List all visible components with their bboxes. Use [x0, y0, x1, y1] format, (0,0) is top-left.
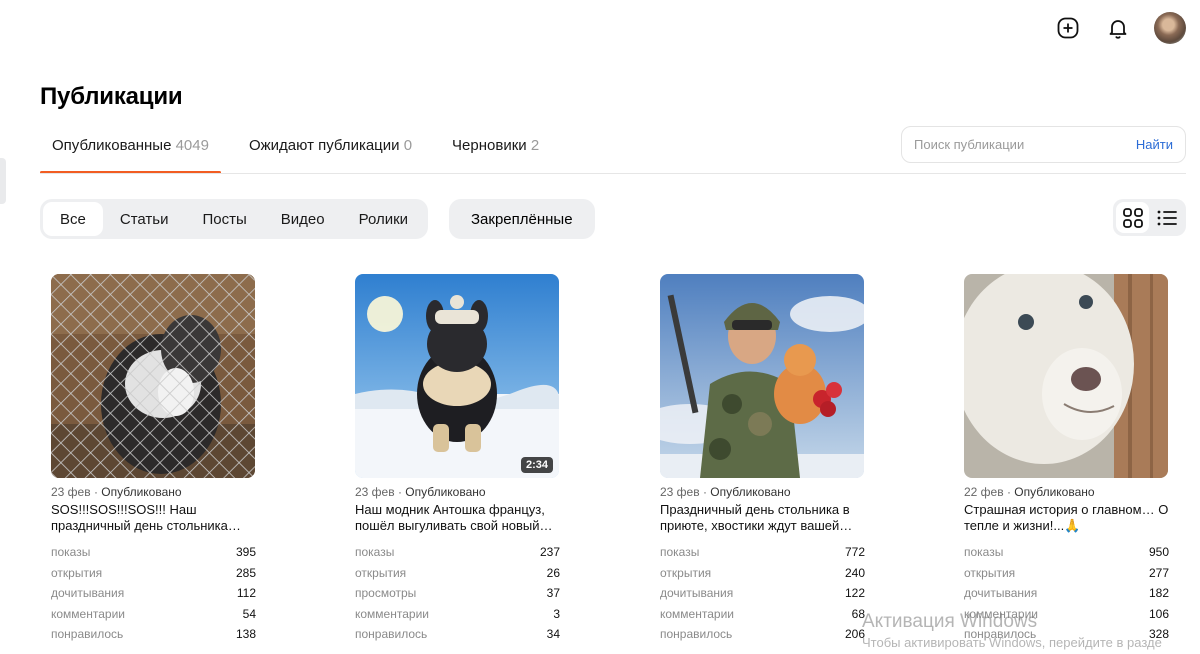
- stat-row: открытия 285: [51, 565, 256, 580]
- publication-meta: 23 фев · Опубликовано: [355, 485, 486, 499]
- publication-stats: показы 772 открытия 240 дочитывания 122 ком…: [660, 542, 865, 645]
- publication-status: Опубликовано: [710, 485, 791, 499]
- filter-posts[interactable]: Посты: [185, 202, 263, 236]
- publication-date: 23 фев: [355, 485, 395, 499]
- view-toggle: [1113, 199, 1186, 236]
- publication-date: 22 фев: [964, 485, 1004, 499]
- publication-status: Опубликовано: [1014, 485, 1095, 499]
- stat-row: дочитывания 182: [964, 586, 1169, 601]
- publication-card[interactable]: 23 фев · Опубликовано Праздничный день с…: [660, 274, 865, 645]
- stat-row: комментарии 106: [964, 606, 1169, 621]
- top-bar: [1054, 12, 1186, 44]
- stat-row: комментарии 54: [51, 606, 256, 621]
- avatar[interactable]: [1154, 12, 1186, 44]
- stat-row: понравилось 328: [964, 627, 1169, 642]
- filter-articles[interactable]: Статьи: [103, 202, 186, 236]
- search-input[interactable]: [914, 137, 1136, 152]
- tab-count: 2: [530, 137, 540, 154]
- stat-row: открытия 277: [964, 565, 1169, 580]
- publication-stats: показы 395 открытия 285 дочитывания 112 ком…: [51, 542, 256, 645]
- stat-row: дочитывания 122: [660, 586, 865, 601]
- tab-drafts[interactable]: Черновики 2: [440, 126, 551, 174]
- search-button[interactable]: Найти: [1136, 137, 1173, 152]
- grid-view-icon[interactable]: [1116, 202, 1149, 233]
- publication-title[interactable]: Страшная история о главном… О тепле и жи…: [964, 502, 1169, 534]
- sidebar-toggle-handle[interactable]: [0, 158, 6, 204]
- publication-stats: показы 237 открытия 26 просмотры 37 коммент…: [355, 542, 560, 645]
- tab-published[interactable]: Опубликованные 4049: [40, 126, 221, 174]
- publication-status: Опубликовано: [405, 485, 486, 499]
- publication-meta: 22 фев · Опубликовано: [964, 485, 1095, 499]
- publication-card[interactable]: 2:34 23 фев · Опубликовано Наш модник Ан…: [355, 274, 560, 645]
- publication-date: 23 фев: [51, 485, 91, 499]
- publication-thumbnail[interactable]: [660, 274, 864, 478]
- publication-thumbnail[interactable]: [964, 274, 1168, 478]
- publication-thumbnail[interactable]: [51, 274, 255, 478]
- publication-title[interactable]: SOS!!!SOS!!!SOS!!! Наш праздничный день …: [51, 502, 256, 534]
- stat-row: понравилось 34: [355, 627, 560, 642]
- stat-row: понравилось 206: [660, 627, 865, 642]
- page-title: Публикации: [40, 83, 183, 110]
- publication-meta: 23 фев · Опубликовано: [51, 485, 182, 499]
- filter-shorts[interactable]: Ролики: [342, 202, 425, 236]
- stat-row: комментарии 3: [355, 606, 560, 621]
- stat-row: показы 237: [355, 545, 560, 560]
- publication-title[interactable]: Наш модник Антошка француз, пошёл выгули…: [355, 502, 560, 534]
- tab-pending[interactable]: Ожидают публикации 0: [237, 126, 424, 174]
- stat-row: комментарии 68: [660, 606, 865, 621]
- stat-row: показы 395: [51, 545, 256, 560]
- tab-count: 0: [403, 137, 413, 154]
- stat-row: открытия 26: [355, 565, 560, 580]
- list-view-icon[interactable]: [1150, 202, 1183, 233]
- filter-all[interactable]: Все: [43, 202, 103, 236]
- stat-row: просмотры 37: [355, 586, 560, 601]
- bell-icon[interactable]: [1104, 14, 1132, 42]
- type-filter: Все Статьи Посты Видео Ролики: [40, 199, 429, 239]
- publication-tabs: Опубликованные 4049 Ожидают публикации 0…: [40, 126, 567, 174]
- search-box: Найти: [901, 126, 1186, 163]
- publication-date: 23 фев: [660, 485, 700, 499]
- tabs-divider: [40, 173, 1186, 174]
- publications-grid: 23 фев · Опубликовано SOS!!!SOS!!!SOS!!!…: [51, 274, 1200, 654]
- publication-thumbnail[interactable]: 2:34: [355, 274, 559, 478]
- stat-row: открытия 240: [660, 565, 865, 580]
- stat-row: показы 772: [660, 545, 865, 560]
- stat-row: дочитывания 112: [51, 586, 256, 601]
- stat-row: понравилось 138: [51, 627, 256, 642]
- publication-status: Опубликовано: [101, 485, 182, 499]
- tab-count: 4049: [175, 137, 209, 154]
- plus-circle-icon[interactable]: [1054, 14, 1082, 42]
- publication-stats: показы 950 открытия 277 дочитывания 182 ком…: [964, 542, 1169, 645]
- publication-meta: 23 фев · Опубликовано: [660, 485, 791, 499]
- stat-row: показы 950: [964, 545, 1169, 560]
- filter-video[interactable]: Видео: [264, 202, 342, 236]
- publication-card[interactable]: 22 фев · Опубликовано Страшная история о…: [964, 274, 1169, 645]
- publication-card[interactable]: 23 фев · Опубликовано SOS!!!SOS!!!SOS!!!…: [51, 274, 256, 645]
- publication-title[interactable]: Праздничный день стольника в приюте, хво…: [660, 502, 865, 534]
- video-duration: 2:34: [520, 457, 553, 473]
- filter-pinned[interactable]: Закреплённые: [449, 199, 595, 239]
